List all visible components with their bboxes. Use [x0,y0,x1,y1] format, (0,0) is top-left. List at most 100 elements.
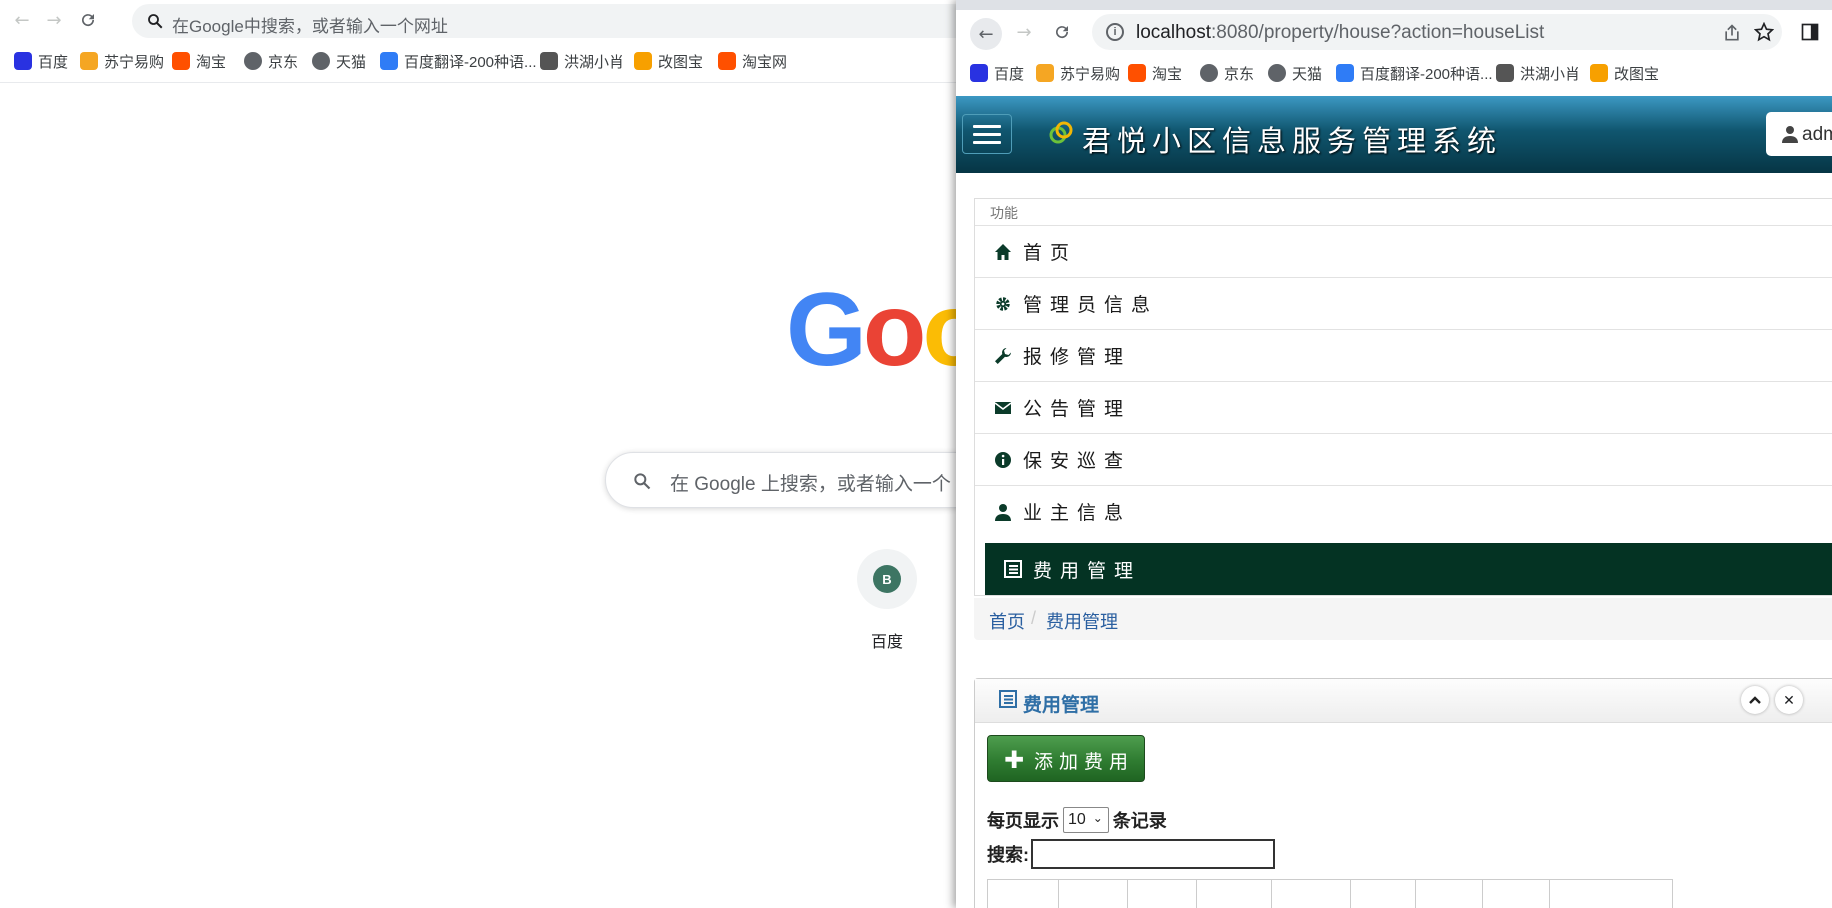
back-arrow-icon[interactable]: ← [8,6,36,34]
google-logo-letter: G [786,272,867,388]
close-icon[interactable]: ✕ [1775,686,1803,714]
left-browser-window: ← → 在Google中搜索，或者输入一个网址 百度 苏宁易购 淘宝 京东 天猫 百度翻译… [0,0,1007,908]
sidebar-item[interactable]: 保安巡查 [975,433,1832,485]
sidebar-item-label: 业主信息 [1023,503,1132,524]
bookmark-item[interactable]: 淘宝 [172,48,226,74]
bookmark-item[interactable]: 百度 [14,48,68,74]
table-header-cell[interactable]: 门牌 [987,879,1059,908]
bookmark-label: 百度 [38,53,69,71]
side-panel-icon[interactable] [1800,22,1820,42]
google-search-box[interactable]: 在 Google 上搜索，或者输入一个 [605,452,1007,508]
breadcrumb: 首页 / 费用管理 [974,598,1832,640]
sidebar-item[interactable]: 首页 [975,225,1832,277]
bookmark-item[interactable]: 苏宁易购 [1036,60,1120,86]
taobao-icon [1128,64,1146,82]
table-header-cell[interactable]: 气 [1482,879,1550,908]
bookmark-item[interactable]: 京东 [244,48,298,74]
bookmark-item[interactable]: 洪湖小肖 [1496,60,1580,86]
translate-icon [380,52,398,70]
bookmark-label: 洪湖小肖 [1520,65,1581,83]
bookmark-item[interactable]: 改图宝 [634,48,703,74]
site-info-icon[interactable]: i [1106,23,1124,41]
globe-icon [244,52,262,70]
add-fee-button[interactable]: ✚ 添加费用 [987,735,1145,782]
bookmark-star-icon[interactable] [1754,22,1774,42]
sidebar-item-label: 首页 [1023,243,1078,264]
bookmark-label: 淘宝 [1152,65,1183,83]
forward-arrow-icon[interactable]: → [40,6,68,34]
sidebar-title: 功能 [990,205,1018,221]
left-omnibox[interactable]: 在Google中搜索，或者输入一个网址 [132,4,972,38]
url-path: :8080/property/house?action=houseList [1211,22,1545,43]
bookmark-item[interactable]: 京东 [1200,60,1254,86]
fee-table: 门牌楼 总费缴费水电气业主编 [987,879,1673,908]
table-header-cell[interactable]: 缴费 [1271,879,1351,908]
bookmark-item[interactable]: 百度翻译-200种语... [1336,60,1493,86]
taobao-icon [172,52,190,70]
table-header-cell[interactable]: 水 [1350,879,1416,908]
bookmark-label: 淘宝网 [742,53,788,71]
google-logo: Goo [786,278,986,382]
box-title: 费用管理 [1023,695,1100,716]
length-suffix: 条记录 [1112,811,1167,831]
globe-icon [312,52,330,70]
bookmark-label: 洪湖小肖 [564,53,625,71]
list-icon [1003,560,1023,578]
user-menu-button[interactable]: adm [1766,112,1832,156]
table-header-cell[interactable]: 总费 [1196,879,1272,908]
bookmark-item[interactable]: 洪湖小肖 [540,48,624,74]
breadcrumb-home[interactable]: 首页 [989,608,1025,634]
bookmark-item[interactable]: 淘宝 [1128,60,1182,86]
baidu-paw-icon [970,64,988,82]
bird-icon [1496,64,1514,82]
sidebar-item[interactable]: 业主信息 [975,485,1832,537]
page-length-select[interactable]: 10 ⌄ [1063,807,1109,833]
reload-icon[interactable] [74,6,102,34]
list-icon [999,690,1017,708]
bookmark-item[interactable]: 百度翻译-200种语... [380,48,537,74]
shortcut-tile-baidu[interactable]: B [857,549,917,609]
bookmark-item[interactable]: 淘宝网 [718,48,787,74]
gaitubao-icon [1590,64,1608,82]
back-arrow-icon[interactable]: ← [970,18,1002,50]
bookmark-label: 百度 [994,65,1025,83]
app-title: 君悦小区信息服务管理系统 [1082,124,1503,158]
table-header-row: 门牌楼 总费缴费水电气业主编 [987,879,1673,908]
bookmark-item[interactable]: 苏宁易购 [80,48,164,74]
table-search: 搜索: [987,839,1275,869]
bookmark-label: 天猫 [336,53,367,71]
bookmark-label: 苏宁易购 [1060,65,1121,83]
table-header-cell[interactable]: 楼 [1058,879,1128,908]
user-icon [1782,126,1798,143]
bookmark-item[interactable]: 百度 [970,60,1024,86]
app-logo-icon [1049,121,1073,144]
collapse-chevron-up-icon[interactable] [1741,686,1769,714]
bookmark-item[interactable]: 改图宝 [1590,60,1659,86]
sidebar-item-label: 公告管理 [1023,399,1132,420]
right-omnibox[interactable]: i localhost:8080/property/house?action=h… [1092,14,1782,50]
forward-arrow-icon[interactable]: → [1010,18,1038,46]
sidebar-item[interactable]: 公告管理 [975,381,1832,433]
chevron-down-icon: ⌄ [1092,811,1103,825]
table-header-cell[interactable]: 业主编 [1549,879,1673,908]
google-logo-letter: o [862,272,927,388]
table-header-cell[interactable]: 电 [1415,879,1483,908]
bookmark-label: 天猫 [1292,65,1323,83]
hamburger-menu-icon[interactable] [962,114,1012,154]
sidebar-item[interactable]: 费用管理 [985,543,1832,595]
url-host: localhost [1136,22,1211,43]
breadcrumb-current[interactable]: 费用管理 [1046,608,1118,634]
suning-lion-icon [80,52,98,70]
bookmark-item[interactable]: 天猫 [1268,60,1322,86]
gear-icon [993,295,1013,313]
bookmark-item[interactable]: 天猫 [312,48,366,74]
url-text: localhost:8080/property/house?action=hou… [1136,22,1544,44]
shortcut-label[interactable]: 百度 [862,628,912,652]
reload-icon[interactable] [1048,18,1076,46]
sidebar-item[interactable]: 管理员信息 [975,277,1832,329]
globe-icon [1200,64,1218,82]
sidebar-item[interactable]: 报修管理 [975,329,1832,381]
search-input[interactable] [1031,839,1275,869]
table-header-cell[interactable] [1127,879,1197,908]
share-icon[interactable] [1722,23,1742,43]
